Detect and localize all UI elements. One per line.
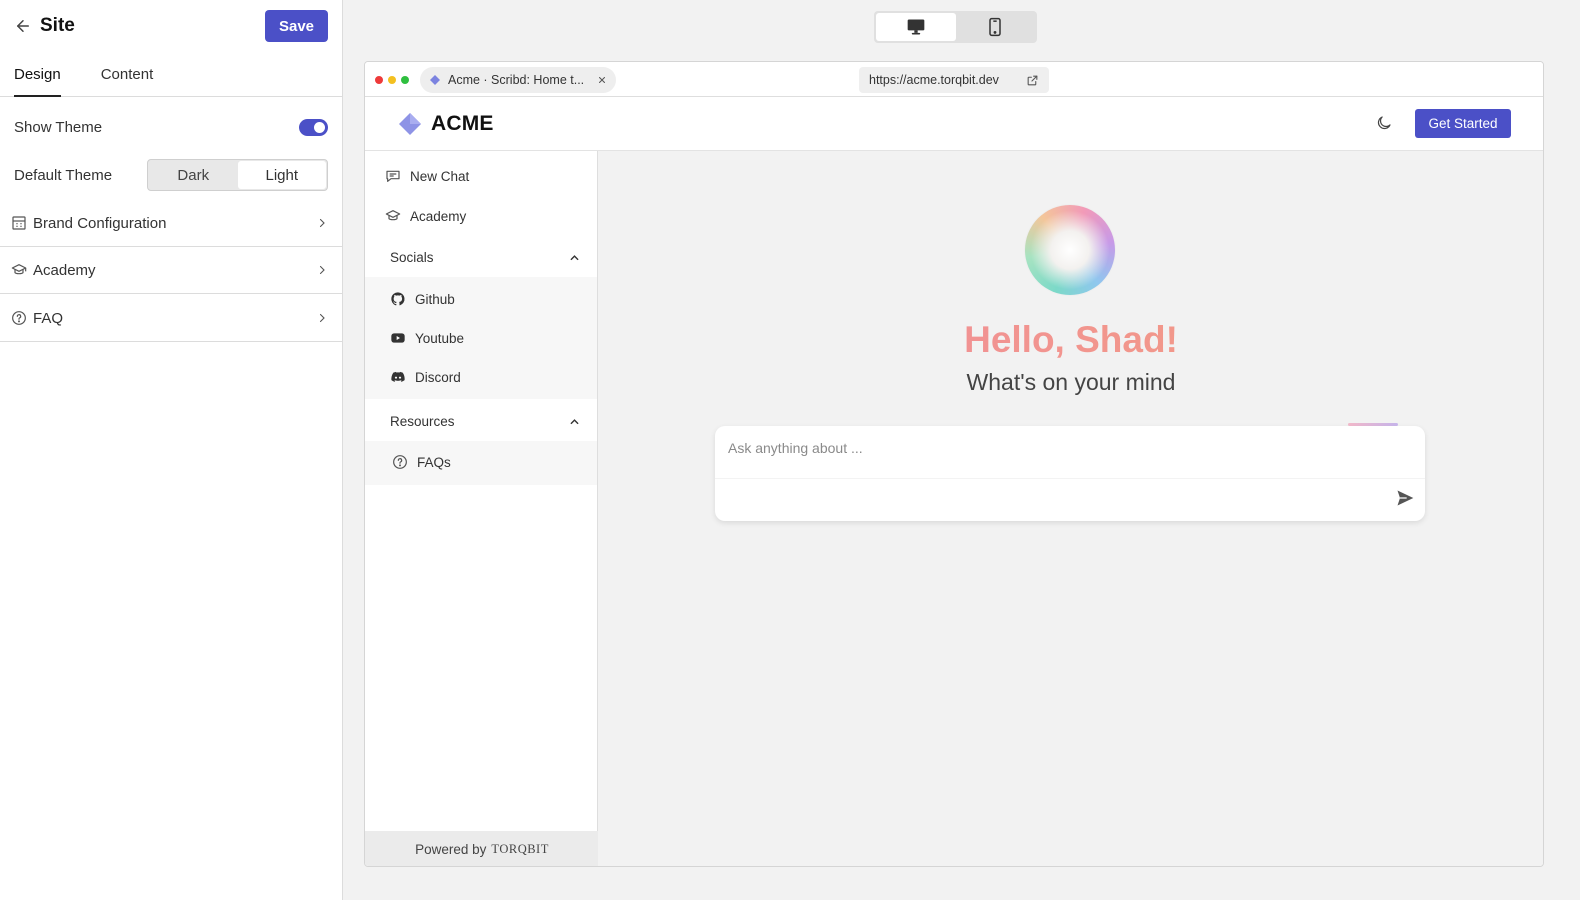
theme-option-light[interactable]: Light xyxy=(237,161,326,189)
section-label: Resources xyxy=(390,413,455,429)
send-icon[interactable] xyxy=(1395,488,1415,508)
moon-icon[interactable] xyxy=(1375,114,1393,132)
accordion-academy[interactable]: Academy xyxy=(0,247,342,294)
desktop-view-button[interactable] xyxy=(876,13,956,41)
diamond-logo-icon xyxy=(399,113,421,135)
close-icon[interactable] xyxy=(597,75,607,85)
chevron-right-icon xyxy=(319,218,325,228)
sidebar-section-socials[interactable]: Socials xyxy=(390,247,580,267)
panel-title-group: Site xyxy=(14,15,75,37)
chevron-up-icon xyxy=(570,418,579,424)
address-bar[interactable]: https://acme.torqbit.dev xyxy=(859,67,1049,93)
powered-by-brand: TORQBIT xyxy=(491,841,549,856)
sidebar-item-label: Youtube xyxy=(415,330,465,346)
sidebar-item-label: New Chat xyxy=(410,168,470,184)
tab-content[interactable]: Content xyxy=(101,60,154,96)
accordion-label: Academy xyxy=(33,261,96,279)
graduation-cap-icon xyxy=(385,210,401,221)
mobile-view-button[interactable] xyxy=(956,13,1036,41)
sidebar-item-github[interactable]: Github xyxy=(390,291,455,307)
back-arrow-icon[interactable] xyxy=(14,17,32,35)
site-header: ACME Get Started xyxy=(365,97,1543,151)
save-button[interactable]: Save xyxy=(265,10,328,42)
sidebar-item-new-chat[interactable]: New Chat xyxy=(385,168,469,184)
accordion-label: Brand Configuration xyxy=(33,214,167,232)
socials-group: Github Youtube Discord xyxy=(365,277,597,399)
message-square-icon xyxy=(386,170,400,182)
youtube-icon xyxy=(391,333,405,343)
show-theme-toggle[interactable] xyxy=(299,118,328,136)
browser-toolbar: Acme · Scribd: Home t... https://acme.to… xyxy=(365,62,1543,97)
sidebar-item-faqs[interactable]: FAQs xyxy=(392,454,451,470)
chevron-up-icon xyxy=(570,254,579,260)
window-maximize-dot[interactable] xyxy=(401,76,409,84)
chevron-right-icon xyxy=(319,265,325,275)
device-toggle xyxy=(874,11,1037,43)
sidebar-section-resources[interactable]: Resources xyxy=(390,411,580,431)
preview-area: Acme · Scribd: Home t... https://acme.to… xyxy=(343,0,1580,900)
graduation-cap-icon xyxy=(11,264,27,275)
panel-title: Site xyxy=(40,15,75,36)
sidebar-item-youtube[interactable]: Youtube xyxy=(390,330,464,346)
window-close-dot[interactable] xyxy=(375,76,383,84)
github-icon xyxy=(391,292,405,306)
sidebar-item-label: FAQs xyxy=(417,454,451,470)
monitor-icon xyxy=(907,19,925,35)
composer-divider xyxy=(715,478,1425,479)
chat-input[interactable] xyxy=(728,437,1368,459)
get-started-button[interactable]: Get Started xyxy=(1415,109,1511,138)
site-main: Hello, Shad! What's on your mind xyxy=(598,151,1543,866)
url-text: https://acme.torqbit.dev xyxy=(869,73,999,87)
chat-composer xyxy=(715,423,1425,521)
smartphone-icon xyxy=(989,17,1001,37)
sidebar-item-label: Discord xyxy=(415,369,461,385)
accordion-label: FAQ xyxy=(33,309,64,327)
theme-option-dark[interactable]: Dark xyxy=(149,161,238,189)
default-theme-row: Default Theme Dark Light xyxy=(14,159,328,191)
sidebar-item-discord[interactable]: Discord xyxy=(390,369,461,385)
sidebar-item-academy[interactable]: Academy xyxy=(385,208,466,224)
diamond-logo-icon xyxy=(430,75,440,85)
section-label: Socials xyxy=(390,249,434,265)
browser-tab-title: Acme · Scribd: Home t... xyxy=(448,73,585,87)
settings-panel: Site Save Design Content Show Theme Defa… xyxy=(0,0,343,900)
accordion-faq[interactable]: FAQ xyxy=(0,295,342,342)
brand-name: ACME xyxy=(431,112,494,135)
assistant-orb xyxy=(1025,205,1115,295)
chevron-right-icon xyxy=(319,313,325,323)
greeting-subtitle: What's on your mind xyxy=(966,369,1176,395)
panel-header: Site Save xyxy=(14,10,328,42)
help-circle-icon xyxy=(393,455,407,469)
panel-tabs: Design Content xyxy=(0,60,342,97)
browser-frame: Acme · Scribd: Home t... https://acme.to… xyxy=(364,61,1544,867)
default-theme-segmented-control: Dark Light xyxy=(147,159,328,191)
building-icon xyxy=(12,216,26,230)
show-theme-row: Show Theme xyxy=(14,116,328,138)
site-sidebar: New Chat Academy Socials Github Youtube xyxy=(365,151,599,866)
show-theme-label: Show Theme xyxy=(14,118,103,136)
help-circle-icon xyxy=(12,311,26,325)
site-brand[interactable]: ACME xyxy=(398,112,494,136)
discord-icon xyxy=(391,371,405,382)
external-link-icon[interactable] xyxy=(1026,74,1039,87)
tab-design[interactable]: Design xyxy=(14,60,61,97)
window-minimize-dot[interactable] xyxy=(388,76,396,84)
resources-group: FAQs xyxy=(365,441,597,485)
composer-glow xyxy=(1348,423,1398,426)
accordion-brand-configuration[interactable]: Brand Configuration xyxy=(0,200,342,247)
sidebar-item-label: Academy xyxy=(410,208,467,224)
powered-by-footer[interactable]: Powered by TORQBIT xyxy=(365,831,599,866)
greeting-heading: Hello, Shad! xyxy=(598,319,1543,361)
powered-by-text: Powered by xyxy=(415,841,487,857)
sidebar-item-label: Github xyxy=(415,291,455,307)
browser-tab[interactable]: Acme · Scribd: Home t... xyxy=(420,67,616,93)
default-theme-label: Default Theme xyxy=(14,166,113,184)
